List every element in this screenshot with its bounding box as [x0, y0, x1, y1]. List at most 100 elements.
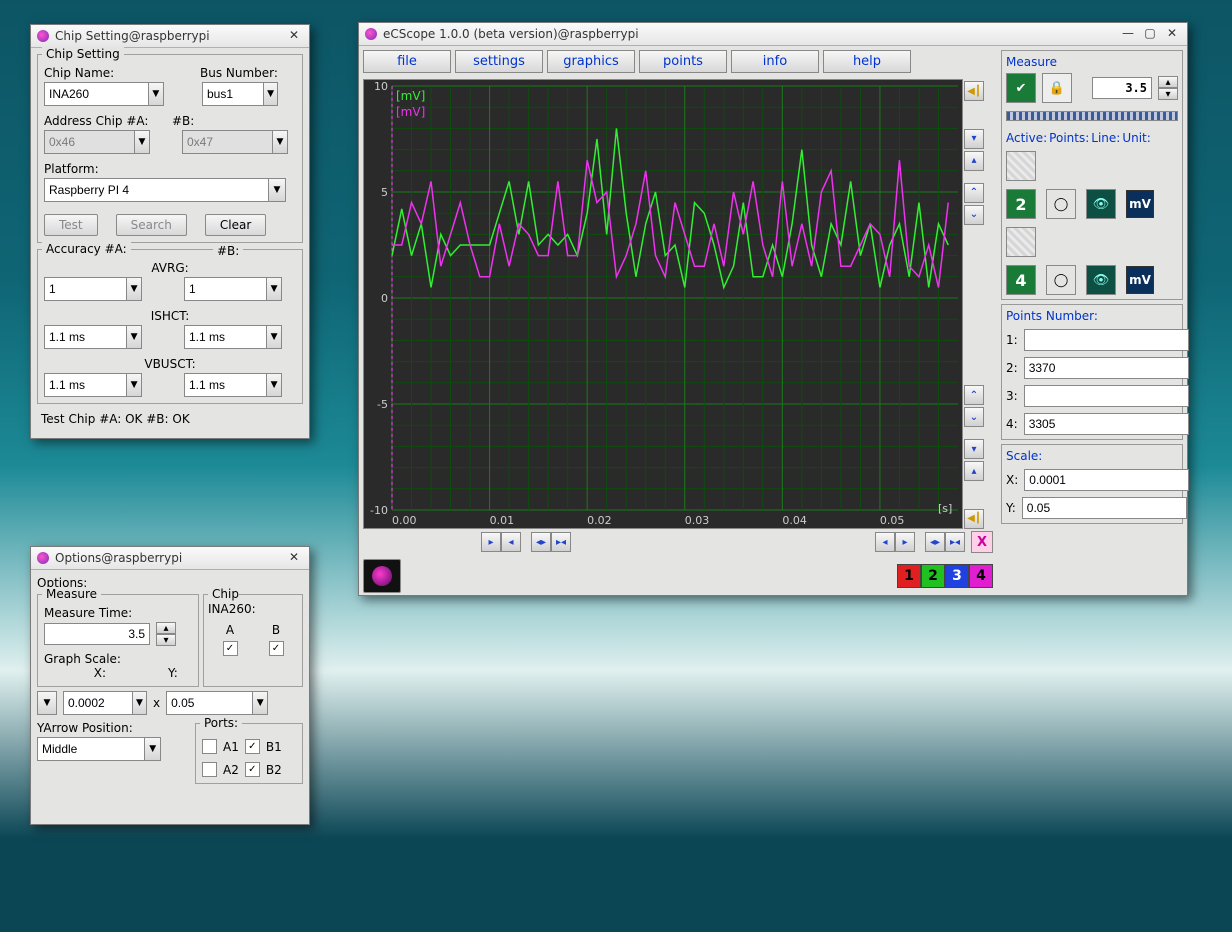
spin-down-icon[interactable]: ▾ [1158, 88, 1178, 100]
accuracy-a-label: Accuracy #A: [46, 242, 127, 256]
scale-y-label: Y: [168, 666, 178, 680]
close-icon[interactable]: ✕ [285, 550, 303, 566]
scroll-up2-icon[interactable]: ▴ [964, 461, 984, 481]
marker-left2-icon[interactable]: ◀┃ [964, 509, 984, 529]
measure-time-input[interactable] [44, 623, 150, 645]
test-button[interactable]: Test [44, 214, 98, 236]
yarrow-select[interactable]: ▼ [37, 737, 161, 761]
marker-left-icon[interactable]: ◀┃ [964, 81, 984, 101]
scale-y-input[interactable] [1022, 497, 1187, 519]
close-icon[interactable]: ✕ [285, 28, 303, 44]
menu-help[interactable]: help [823, 50, 911, 73]
chip-setting-titlebar[interactable]: Chip Setting@raspberrypi ✕ [31, 25, 309, 48]
zoom-in-y-icon[interactable]: ⌃ [964, 183, 984, 203]
channel-2-button[interactable]: 2 [921, 564, 945, 588]
menu-points[interactable]: points [639, 50, 727, 73]
chip-a-checkbox[interactable]: ✓ [223, 641, 238, 656]
eye-icon: 👁 [1093, 197, 1110, 212]
address-b-select[interactable]: ▼ [182, 130, 288, 154]
ch2-unit-badge[interactable]: mV [1126, 190, 1154, 218]
ch4-unit-badge[interactable]: mV [1126, 266, 1154, 294]
scale-x-prefix[interactable]: ▼ [37, 691, 57, 715]
scroll-up-icon[interactable]: ▴ [964, 151, 984, 171]
scroll-down2-icon[interactable]: ▾ [964, 439, 984, 459]
avrg-a-select[interactable]: ▼ [44, 277, 142, 301]
vbusct-b-select[interactable]: ▼ [184, 373, 282, 397]
spin-down-icon[interactable]: ▾ [156, 634, 176, 646]
avrg-b-select[interactable]: ▼ [184, 277, 282, 301]
hscroll-left-icon[interactable]: ◂ [501, 532, 521, 552]
platform-select[interactable]: ▼ [44, 178, 286, 202]
zoom-in-y2-icon[interactable]: ⌃ [964, 385, 984, 405]
hzoom-in2-icon[interactable]: ◂▸ [925, 532, 945, 552]
port-a1-checkbox[interactable] [202, 739, 217, 754]
ch4-active-toggle[interactable]: 4 [1006, 265, 1036, 295]
ch3-active-toggle[interactable] [1006, 227, 1036, 257]
channel-1-button[interactable]: 1 [897, 564, 921, 588]
ch2-active-toggle[interactable]: 2 [1006, 189, 1036, 219]
scale-x-select[interactable]: ▼ [63, 691, 147, 715]
lock-button[interactable]: 🔒 [1042, 73, 1072, 103]
apply-button[interactable]: ✔ [1006, 73, 1036, 103]
ch2-points-button[interactable]: ◯ [1046, 189, 1076, 219]
scroll-down-icon[interactable]: ▾ [964, 129, 984, 149]
scale-x-input[interactable] [1024, 469, 1189, 491]
pn1-input[interactable] [1024, 329, 1189, 351]
menu-graphics[interactable]: graphics [547, 50, 635, 73]
accuracy-b-label: #B: [213, 244, 243, 258]
vbusct-a-select[interactable]: ▼ [44, 373, 142, 397]
port-b1-checkbox[interactable]: ✓ [245, 739, 260, 754]
ishct-b-select[interactable]: ▼ [184, 325, 282, 349]
hzoom-out2-icon[interactable]: ▸◂ [945, 532, 965, 552]
svg-text:5: 5 [381, 186, 388, 199]
minimize-icon[interactable]: — [1119, 26, 1137, 42]
measure-value-input[interactable] [1092, 77, 1152, 99]
svg-text:[mV]: [mV] [396, 89, 425, 103]
menu-file[interactable]: file [363, 50, 451, 73]
ch4-line-button[interactable]: 👁 [1086, 265, 1116, 295]
active-label: Active: [1006, 131, 1047, 145]
zoom-out-y-icon[interactable]: ⌄ [964, 205, 984, 225]
spin-up-icon[interactable]: ▴ [1158, 76, 1178, 88]
menu-info[interactable]: info [731, 50, 819, 73]
pn2-input[interactable] [1024, 357, 1189, 379]
address-a-select[interactable]: ▼ [44, 130, 150, 154]
zoom-out-y2-icon[interactable]: ⌄ [964, 407, 984, 427]
scale-y-select[interactable]: ▼ [166, 691, 268, 715]
pn3-input[interactable] [1024, 385, 1189, 407]
hzoom-out-icon[interactable]: ▸◂ [551, 532, 571, 552]
ch2-line-button[interactable]: 👁 [1086, 189, 1116, 219]
hscroll-left2-icon[interactable]: ◂ [875, 532, 895, 552]
menu-settings[interactable]: settings [455, 50, 543, 73]
pn4-input[interactable] [1024, 413, 1189, 435]
channel-4-button[interactable]: 4 [969, 564, 993, 588]
clear-button[interactable]: Clear [205, 214, 266, 236]
points-col-label: Points: [1049, 131, 1089, 145]
ecscope-titlebar[interactable]: eCScope 1.0.0 (beta version)@raspberrypi… [359, 23, 1187, 46]
spin-up-icon[interactable]: ▴ [156, 622, 176, 634]
chevron-down-icon: ▼ [134, 131, 149, 153]
bus-number-select[interactable]: ▼ [202, 82, 278, 106]
chip-name-select[interactable]: ▼ [44, 82, 164, 106]
hscroll-right-icon[interactable]: ▸ [481, 532, 501, 552]
svg-text:0.05: 0.05 [880, 514, 905, 527]
close-icon[interactable]: ✕ [1163, 26, 1181, 42]
ecscope-window: eCScope 1.0.0 (beta version)@raspberrypi… [358, 22, 1188, 596]
port-a2-checkbox[interactable] [202, 762, 217, 777]
scale-y-label: Y: [1006, 501, 1016, 515]
search-button[interactable]: Search [116, 214, 187, 236]
x-cancel-button[interactable]: X [971, 531, 993, 553]
maximize-icon[interactable]: ▢ [1141, 26, 1159, 42]
chip-b-checkbox[interactable]: ✓ [269, 641, 284, 656]
channel-3-button[interactable]: 3 [945, 564, 969, 588]
port-b2-checkbox[interactable]: ✓ [245, 762, 260, 777]
ishct-a-select[interactable]: ▼ [44, 325, 142, 349]
hscroll-right2-icon[interactable]: ▸ [895, 532, 915, 552]
ch1-active-toggle[interactable] [1006, 151, 1036, 181]
ch4-points-button[interactable]: ◯ [1046, 265, 1076, 295]
eye-icon: 👁 [1093, 273, 1110, 288]
record-button[interactable] [363, 559, 401, 593]
options-titlebar[interactable]: Options@raspberrypi ✕ [31, 547, 309, 570]
hzoom-in-icon[interactable]: ◂▸ [531, 532, 551, 552]
check-icon: ✔ [1016, 81, 1027, 96]
